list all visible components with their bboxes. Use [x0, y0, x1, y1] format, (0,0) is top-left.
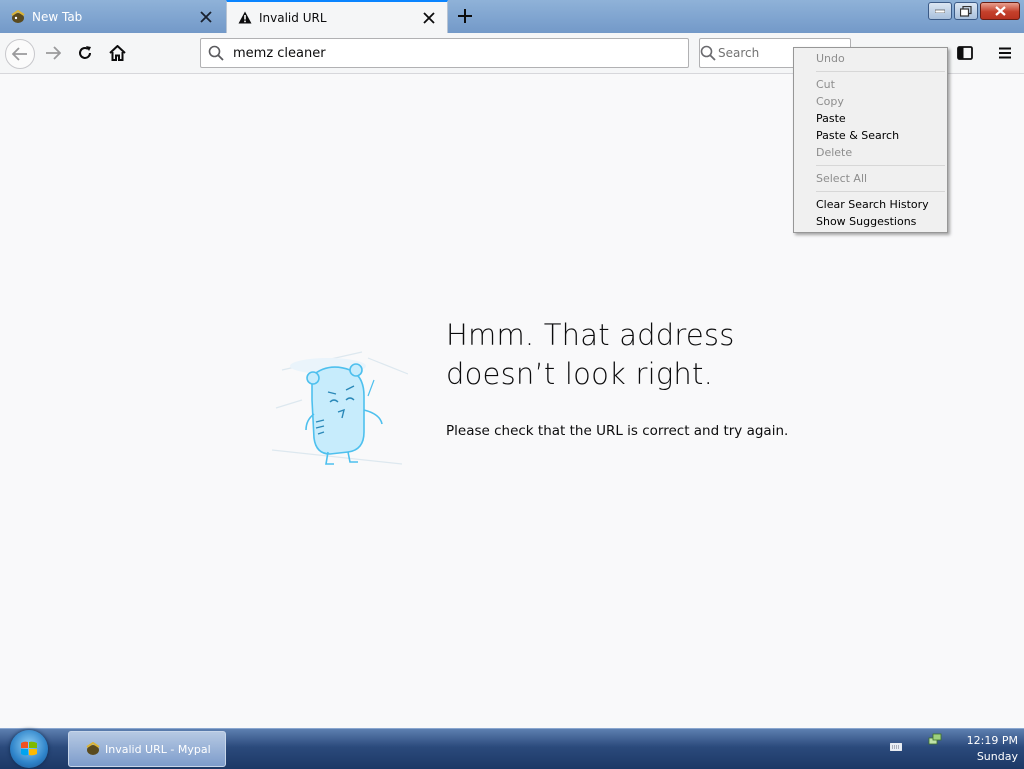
- menu-item-undo[interactable]: Undo: [794, 50, 947, 67]
- menu-item-cut[interactable]: Cut: [794, 76, 947, 93]
- app-icon: [85, 742, 101, 756]
- taskbar: Invalid URL - Mypal 12:19 PM Sunday: [0, 728, 1024, 769]
- close-icon[interactable]: [417, 6, 441, 30]
- clock-time: 12:19 PM: [966, 734, 1018, 747]
- clock-day: Sunday: [976, 750, 1018, 763]
- search-icon: [201, 45, 231, 61]
- minimize-icon: [935, 9, 945, 13]
- new-tab-button[interactable]: [452, 4, 478, 28]
- maximize-icon: [960, 5, 972, 17]
- window-close-button[interactable]: [980, 2, 1020, 20]
- error-description: Please check that the URL is correct and…: [446, 423, 789, 439]
- sidebar-icon: [957, 46, 973, 60]
- search-context-menu: Undo Cut Copy Paste Paste & Search Delet…: [793, 47, 948, 233]
- menu-separator: [816, 191, 945, 192]
- tab-invalid-url[interactable]: Invalid URL: [226, 0, 448, 33]
- error-title-line: doesn’t look right.: [446, 357, 713, 391]
- network-icon[interactable]: [928, 733, 942, 747]
- tab-label: Invalid URL: [259, 10, 327, 25]
- system-clock[interactable]: 12:19 PM Sunday: [944, 733, 1018, 765]
- close-icon: [994, 6, 1006, 16]
- warning-icon: [237, 10, 253, 26]
- close-icon[interactable]: [194, 5, 218, 29]
- reload-button[interactable]: [70, 38, 100, 68]
- search-icon: [700, 45, 716, 61]
- window-controls: [928, 2, 1020, 20]
- tab-label: New Tab: [32, 9, 83, 24]
- tab-strip: New Tab Invalid URL: [0, 0, 1024, 33]
- sidebar-button[interactable]: [950, 38, 980, 68]
- menu-separator: [816, 71, 945, 72]
- app-icon: [10, 9, 26, 25]
- menu-separator: [816, 165, 945, 166]
- forward-arrow-icon: [46, 46, 61, 60]
- menu-item-select-all[interactable]: Select All: [794, 170, 947, 187]
- menu-item-copy[interactable]: Copy: [794, 93, 947, 110]
- forward-button[interactable]: [38, 38, 68, 68]
- menu-item-delete[interactable]: Delete: [794, 144, 947, 161]
- error-title-line: Hmm. That address: [446, 318, 735, 352]
- home-button[interactable]: [102, 38, 132, 68]
- confused-critter-illustration: [272, 351, 408, 465]
- home-icon: [108, 45, 126, 61]
- windows-logo-icon: [21, 741, 37, 756]
- back-button[interactable]: [5, 39, 35, 69]
- tab-new-tab[interactable]: New Tab: [0, 0, 224, 33]
- reload-icon: [79, 46, 91, 59]
- minimize-button[interactable]: [928, 2, 952, 20]
- plus-icon: [458, 9, 472, 23]
- taskbar-window-label: Invalid URL - Mypal: [105, 742, 211, 756]
- keyboard-icon[interactable]: [890, 743, 902, 751]
- restore-button[interactable]: [954, 2, 978, 20]
- back-arrow-icon: [12, 47, 27, 61]
- hamburger-menu-icon: [999, 47, 1011, 59]
- error-title: Hmm. That address doesn’t look right.: [446, 316, 786, 394]
- menu-item-paste-and-search[interactable]: Paste & Search: [794, 127, 947, 144]
- main-menu-button[interactable]: [990, 38, 1020, 68]
- url-input[interactable]: [231, 44, 688, 62]
- url-bar[interactable]: [200, 38, 689, 68]
- menu-item-show-suggestions[interactable]: Show Suggestions: [794, 213, 947, 230]
- menu-item-paste[interactable]: Paste: [794, 110, 947, 127]
- taskbar-window-button[interactable]: Invalid URL - Mypal: [68, 731, 226, 767]
- menu-item-clear-search-history[interactable]: Clear Search History: [794, 196, 947, 213]
- start-button[interactable]: [10, 730, 48, 768]
